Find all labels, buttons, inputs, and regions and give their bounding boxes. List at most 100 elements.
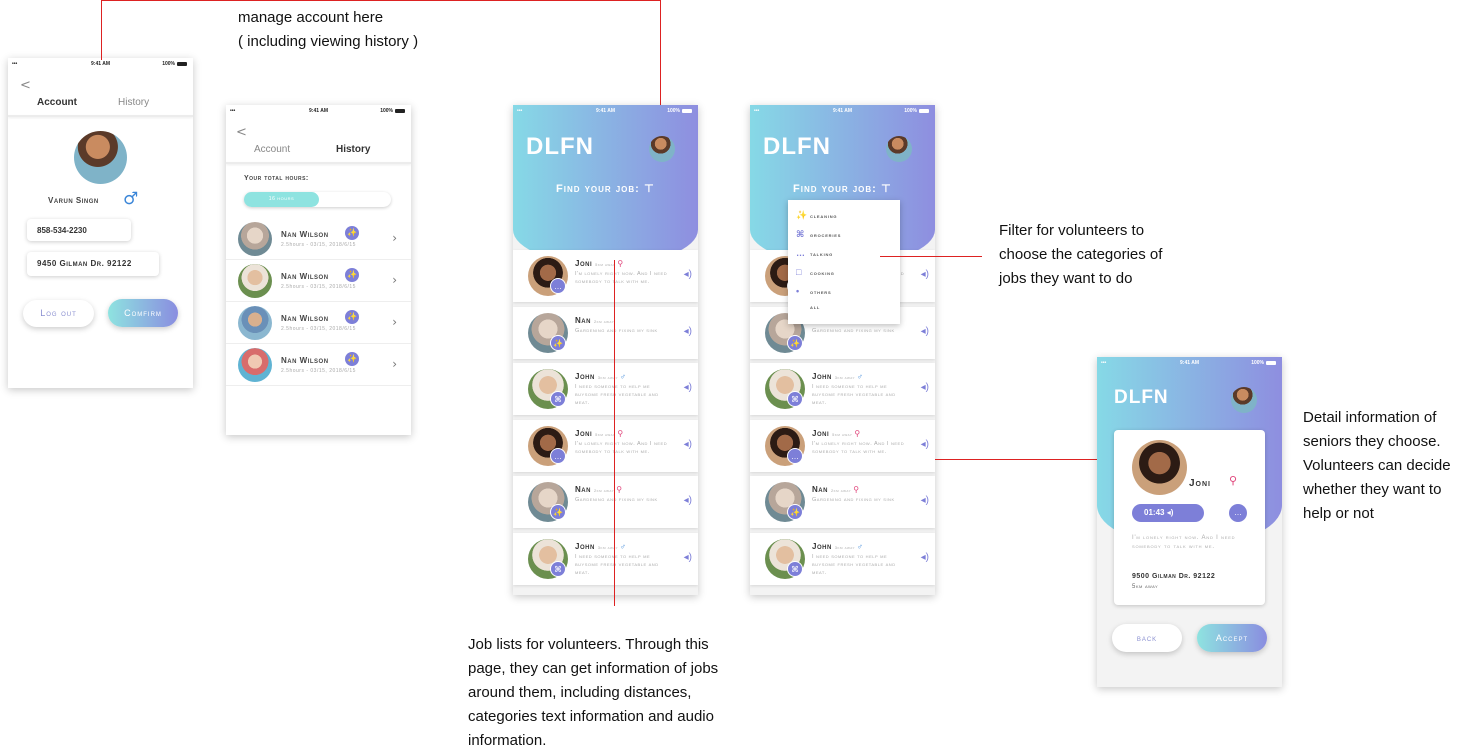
avatar — [238, 348, 272, 382]
profile-avatar[interactable] — [1231, 387, 1257, 413]
status-bar: ••• 9:41 AM 100% — [1097, 357, 1282, 369]
avatar — [74, 131, 127, 184]
job-name: John 3km away ♂ — [812, 372, 864, 381]
job-description: Gardening and fixing my sink — [812, 327, 895, 334]
battery-icon — [395, 108, 405, 113]
status-bar: ••• 9:41 AM 100% — [750, 105, 935, 117]
cleaning-icon: ✨ — [796, 210, 809, 220]
filter-option-cooking[interactable]: □ cooking — [796, 267, 835, 277]
tab-history[interactable]: History — [336, 144, 370, 155]
cooking-icon: □ — [796, 267, 803, 277]
app-logo: DLFN — [526, 133, 594, 160]
speaker-icon[interactable]: ◂) — [921, 552, 929, 563]
job-card[interactable]: … Joni5km away⚲ I'm lonely right now. And … — [513, 250, 698, 302]
find-job-filter[interactable]: Find your job: ⊤ — [513, 182, 698, 195]
battery-indicator: 100% — [162, 61, 187, 67]
job-description: I'm lonely right now. And I need somebod… — [575, 440, 668, 455]
tab-account[interactable]: Account — [37, 97, 77, 108]
logout-button[interactable]: Log out — [23, 300, 94, 327]
status-bar: ••• 9:41 AM 100% — [226, 105, 411, 117]
job-type-icon: ♂ — [857, 372, 864, 381]
job-card[interactable]: ✨ Nan2km away Gardening and fixing my sink… — [513, 306, 698, 359]
filter-option-all[interactable]: all — [796, 305, 820, 311]
chat-icon[interactable]: … — [1229, 504, 1247, 522]
back-button[interactable]: < — [236, 125, 247, 140]
chevron-right-icon[interactable]: › — [392, 231, 397, 245]
detail-card: Joni ⚲ 01:43 ◂) … I'm lonely right now. … — [1114, 430, 1265, 605]
address-field[interactable]: 9450 Gilman Dr. 92122 — [27, 252, 159, 276]
find-job-filter[interactable]: Find your job: ⊤ — [750, 182, 935, 195]
history-name: Nan Wilson — [281, 314, 329, 323]
job-distance: 2km away — [830, 488, 852, 493]
history-name: Nan Wilson — [281, 356, 329, 365]
speaker-icon[interactable]: ◂) — [921, 269, 929, 280]
job-description: I'm lonely right now. And I need somebod… — [812, 440, 905, 455]
filter-option-talking[interactable]: … talking — [796, 248, 833, 258]
chevron-right-icon[interactable]: › — [392, 357, 397, 371]
account-screen: ••• 9:41 AM 100% < Account History Varun… — [8, 58, 193, 388]
job-type-icon: ♂ — [857, 541, 864, 551]
category-icon: ✨ — [787, 504, 803, 520]
speaker-icon[interactable]: ◂) — [921, 382, 929, 393]
filter-option-groceries[interactable]: ⌘ groceries — [796, 229, 841, 240]
chat-icon: … — [796, 248, 806, 258]
cleaning-icon: ✨ — [345, 268, 359, 282]
job-name: John 3km away ♂ — [812, 541, 864, 551]
history-meta: 2.5hours - 03/15, 2018/6/15 — [281, 242, 356, 248]
job-type-icon: ♂ — [620, 541, 627, 551]
speaker-icon[interactable]: ◂) — [684, 552, 692, 563]
filter-icon[interactable]: ⊤ — [644, 183, 655, 195]
job-card[interactable]: ✨ Nan 2km away ⚲ Gardening and fixing my sin… — [750, 476, 935, 528]
history-meta: 2.5hours - 03/15, 2018/6/15 — [281, 326, 356, 332]
speaker-icon[interactable]: ◂) — [921, 326, 929, 337]
speaker-icon[interactable]: ◂) — [684, 326, 692, 337]
annotation-filter: Filter for volunteers to choose the cate… — [999, 222, 1163, 287]
job-card[interactable]: ⌘ John 3km away ♂ I need someone to help me … — [750, 363, 935, 415]
history-name: Nan Wilson — [281, 230, 329, 239]
job-description: I'm lonely right now. And I need somebod… — [575, 271, 668, 285]
chevron-right-icon[interactable]: › — [392, 315, 397, 329]
speaker-icon[interactable]: ◂) — [921, 439, 929, 450]
category-icon: ✨ — [787, 334, 803, 351]
battery-indicator: 100% — [1251, 360, 1276, 366]
history-row[interactable]: Nan Wilson ✨ 2.5hours - 03/15, 2018/6/15… — [226, 344, 411, 386]
job-distance: 3km away — [834, 544, 856, 550]
job-description: Gardening and fixing my sink — [812, 497, 895, 503]
job-card[interactable]: ✨ Nan 2km away ⚲ Gardening and fixing my sin… — [513, 476, 698, 528]
category-icon: ⌘ — [550, 391, 566, 407]
job-card[interactable]: ⌘ John 3km away ♂ I need someone to help me … — [513, 363, 698, 415]
job-card[interactable]: ⌘ John 3km away ♂ I need someone to help me … — [513, 532, 698, 585]
back-button[interactable]: back — [1112, 624, 1182, 652]
tab-history[interactable]: History — [118, 97, 149, 108]
speaker-icon[interactable]: ◂) — [684, 495, 692, 506]
history-screen: ••• 9:41 AM 100% < Account History Your … — [226, 105, 411, 435]
speaker-icon[interactable]: ◂) — [921, 495, 929, 506]
job-distance: 5km away — [595, 262, 616, 267]
job-card[interactable]: ⌘ John 3km away ♂ I need someone to help me … — [750, 532, 935, 585]
confirm-button[interactable]: Comfirm — [108, 299, 178, 327]
chevron-right-icon[interactable]: › — [392, 273, 397, 287]
phone-field[interactable]: 858-534-2230 — [27, 219, 131, 241]
accept-button[interactable]: Accept — [1197, 624, 1267, 652]
speaker-icon[interactable]: ◂) — [684, 269, 692, 280]
job-card[interactable]: … Joni5km away⚲ I'm lonely right now. And … — [750, 419, 935, 472]
speaker-icon[interactable]: ◂) — [684, 439, 692, 450]
job-description: I need someone to help me buysome fresh … — [575, 384, 659, 406]
profile-avatar[interactable] — [886, 136, 912, 162]
job-name: Nan 2km away ⚲ — [812, 485, 860, 494]
history-meta: 2.5hours - 03/15, 2018/6/15 — [281, 368, 356, 374]
profile-avatar[interactable] — [649, 136, 675, 162]
audio-play-button[interactable]: 01:43 ◂) — [1132, 504, 1204, 522]
history-row[interactable]: Nan Wilson ✨ 2.5hours - 03/15, 2018/6/15… — [226, 218, 411, 260]
speaker-icon[interactable]: ◂) — [684, 382, 692, 393]
tab-account[interactable]: Account — [254, 144, 290, 155]
filter-option-cleaning[interactable]: ✨ cleaning — [796, 210, 837, 221]
history-row[interactable]: Nan Wilson ✨ 2.5hours - 03/15, 2018/6/15… — [226, 302, 411, 344]
filter-option-others[interactable]: • others — [796, 286, 831, 296]
hours-progress-bar: 16 hours — [244, 192, 391, 207]
filter-icon[interactable]: ⊤ — [881, 183, 892, 195]
back-button[interactable]: < — [20, 78, 31, 93]
job-card[interactable]: … Joni5km away⚲ I'm lonely right now. And … — [513, 419, 698, 472]
history-row[interactable]: Nan Wilson ✨ 2.5hours - 03/15, 2018/6/15… — [226, 260, 411, 302]
history-meta: 2.5hours - 03/15, 2018/6/15 — [281, 284, 356, 290]
